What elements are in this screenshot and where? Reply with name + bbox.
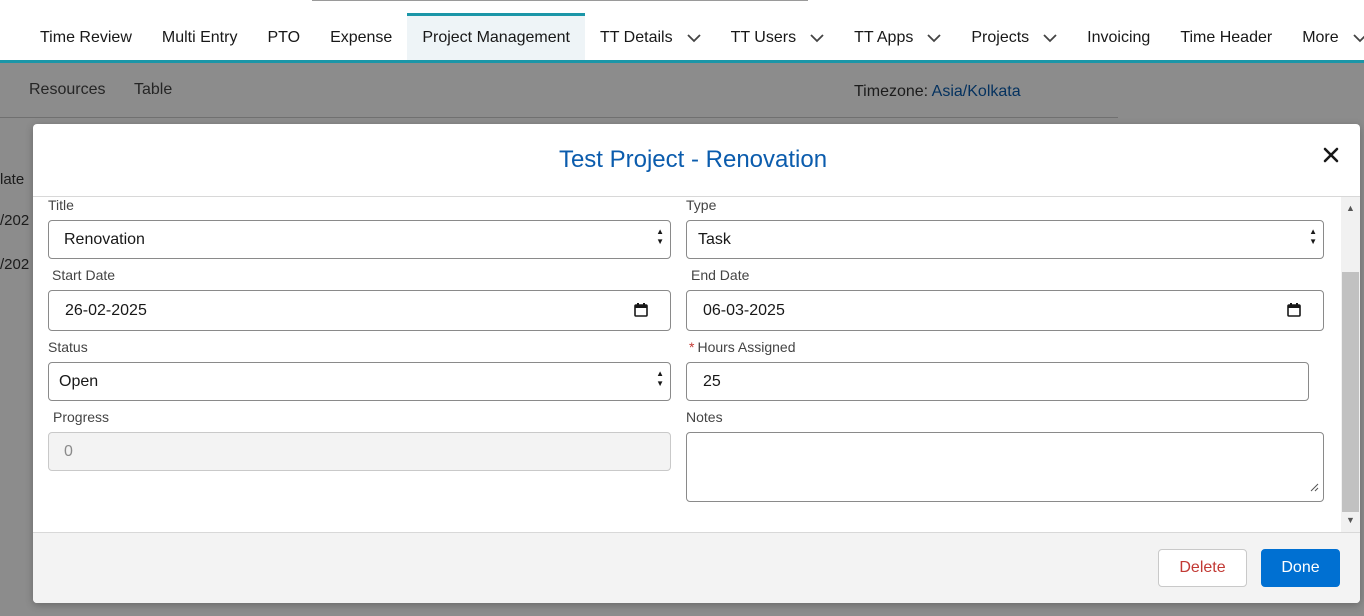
end-date-value: 06-03-2025	[703, 301, 785, 319]
hours-assigned-label-text: Hours Assigned	[697, 339, 796, 355]
title-label: Title	[48, 197, 74, 213]
tab-label: Projects	[971, 29, 1030, 46]
scroll-up-icon[interactable]: ▲	[1346, 203, 1355, 213]
modal-scrollbar[interactable]: ▲ ▼	[1341, 197, 1360, 532]
chevron-down-icon[interactable]	[1043, 33, 1057, 43]
end-date-label: End Date	[691, 267, 750, 283]
chevron-down-icon[interactable]	[927, 33, 941, 43]
modal-title: Test Project - Renovation	[558, 146, 828, 173]
title-value: Renovation	[64, 230, 145, 248]
hours-assigned-input[interactable]: 25	[686, 362, 1309, 401]
tab-label: Time Review	[40, 29, 132, 46]
calendar-icon[interactable]	[1287, 303, 1301, 322]
tab-tt-users[interactable]: TT Users	[716, 13, 839, 60]
start-date-input[interactable]: 26-02-2025	[48, 290, 671, 331]
chevron-down-icon[interactable]	[810, 33, 824, 43]
status-select[interactable]: Open ▲ ▼	[48, 362, 671, 401]
type-value: Task	[698, 230, 731, 248]
select-arrows-icon: ▲ ▼	[656, 227, 664, 246]
end-date-input[interactable]: 06-03-2025	[686, 290, 1324, 331]
tab-label: TT Apps	[854, 29, 914, 46]
tab-more[interactable]: More	[1287, 13, 1364, 60]
tab-label: TT Details	[599, 29, 673, 46]
nav-notch	[312, 0, 808, 1]
hours-assigned-label: * Hours Assigned	[689, 339, 796, 355]
tab-expense[interactable]: Expense	[315, 13, 407, 60]
calendar-icon[interactable]	[634, 303, 648, 322]
chevron-down-icon[interactable]	[686, 33, 701, 43]
chevron-down-icon[interactable]	[1353, 33, 1364, 43]
tab-time-header[interactable]: Time Header	[1165, 13, 1287, 60]
tab-time-review[interactable]: Time Review	[25, 13, 147, 60]
nav-tabs: Time Review Multi Entry PTO Expense Project …	[25, 13, 1364, 60]
tab-label: TT Users	[730, 29, 797, 46]
tab-label: Project Management	[422, 29, 570, 46]
select-arrows-icon: ▲ ▼	[1309, 227, 1317, 246]
notes-textarea[interactable]	[686, 432, 1324, 502]
edit-task-modal: Test Project - Renovation Title Renovati…	[33, 124, 1360, 603]
notes-label: Notes	[686, 409, 723, 425]
status-value: Open	[59, 372, 99, 390]
tab-multi-entry[interactable]: Multi Entry	[147, 13, 253, 60]
tab-projects[interactable]: Projects	[956, 13, 1072, 60]
progress-input: 0	[48, 432, 671, 471]
tab-label: Expense	[330, 29, 393, 46]
hours-assigned-value: 25	[703, 372, 721, 390]
modal-body: Title Renovation ▲ ▼ Type Task ▲ ▼ Start D…	[33, 197, 1360, 532]
tab-invoicing[interactable]: Invoicing	[1072, 13, 1165, 60]
select-arrows-icon: ▲ ▼	[656, 369, 664, 388]
tab-label: PTO	[267, 29, 301, 46]
tab-label: Time Header	[1180, 29, 1273, 46]
tab-tt-apps[interactable]: TT Apps	[839, 13, 956, 60]
type-label: Type	[686, 197, 717, 213]
tab-label: More	[1302, 29, 1339, 46]
progress-label: Progress	[53, 409, 110, 425]
close-icon[interactable]	[1318, 142, 1344, 168]
modal-header: Test Project - Renovation	[33, 124, 1360, 197]
tab-project-management[interactable]: Project Management	[407, 13, 585, 60]
required-marker: *	[689, 339, 695, 355]
delete-button[interactable]: Delete	[1158, 549, 1247, 587]
tab-pto[interactable]: PTO	[252, 13, 315, 60]
scroll-down-icon[interactable]: ▼	[1346, 515, 1355, 525]
scrollbar-thumb[interactable]	[1342, 272, 1359, 512]
modal-footer: Delete Done	[33, 532, 1360, 603]
tab-label: Multi Entry	[161, 29, 238, 46]
top-navigation: Time Review Multi Entry PTO Expense Project …	[0, 0, 1364, 63]
type-select[interactable]: Task ▲ ▼	[686, 220, 1324, 259]
status-label: Status	[48, 339, 88, 355]
tab-label: Invoicing	[1087, 29, 1151, 46]
progress-value: 0	[64, 442, 73, 460]
start-date-label: Start Date	[52, 267, 116, 283]
title-select[interactable]: Renovation ▲ ▼	[48, 220, 671, 259]
done-button[interactable]: Done	[1261, 549, 1340, 587]
start-date-value: 26-02-2025	[65, 301, 147, 319]
tab-tt-details[interactable]: TT Details	[585, 13, 716, 60]
resize-handle-icon[interactable]	[1310, 479, 1319, 497]
